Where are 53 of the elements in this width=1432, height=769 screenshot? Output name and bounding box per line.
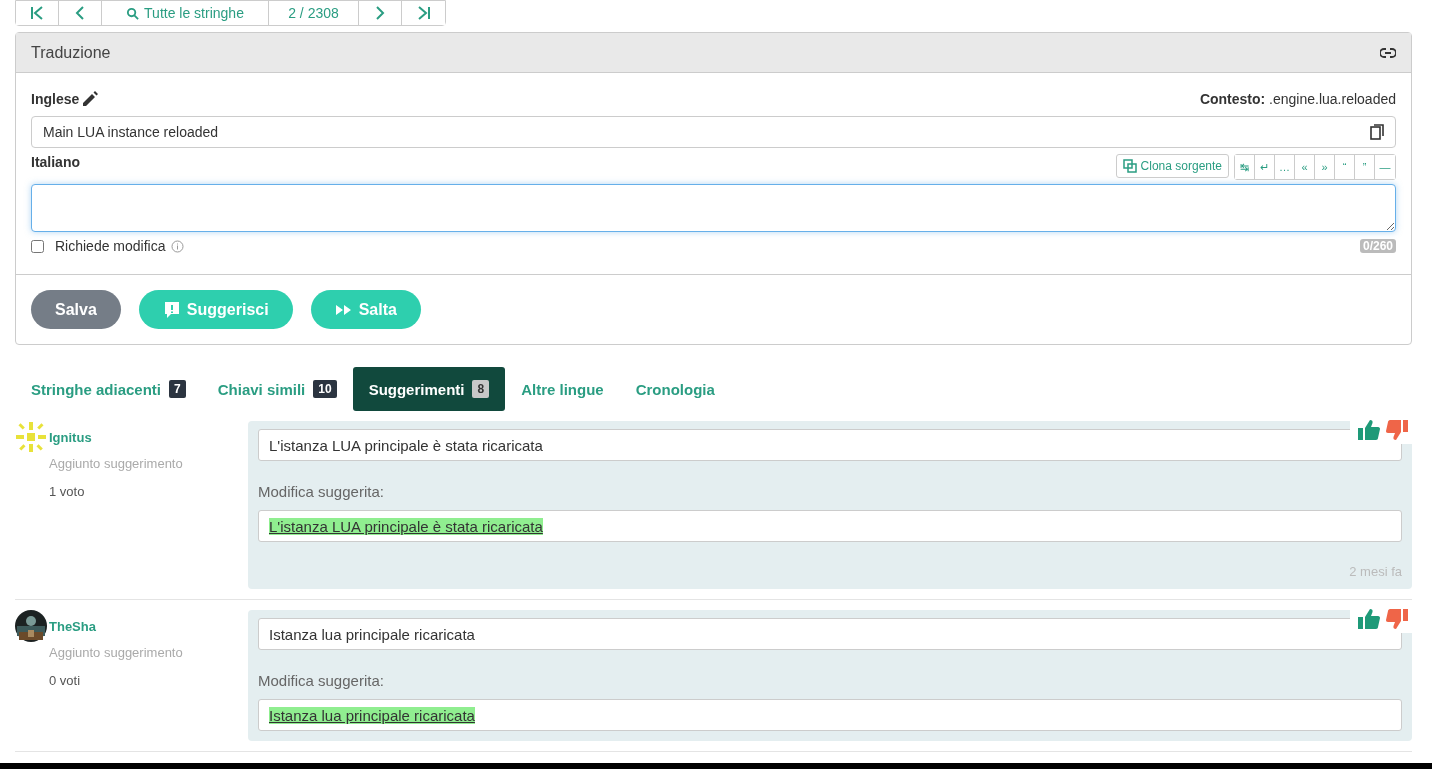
tab[interactable]: Cronologia: [619, 367, 731, 411]
next-icon: [373, 6, 387, 20]
search-icon: [126, 6, 140, 20]
translation-input[interactable]: [31, 184, 1396, 232]
action-text: Aggiunto suggerimento: [49, 456, 184, 471]
downvote-button[interactable]: [1386, 420, 1408, 440]
thumbs-up-icon: [1358, 609, 1380, 629]
clone-icon: [1122, 159, 1137, 173]
avatar-icon: [15, 421, 47, 453]
username-link[interactable]: TheSha: [49, 618, 96, 634]
link-icon[interactable]: [1380, 47, 1396, 58]
suggestion-text: L'istanza LUA principale è stata ricaricata: [258, 429, 1402, 461]
last-icon: [416, 6, 431, 20]
thumbs-up-icon: [1358, 420, 1380, 440]
suggestion-text: Istanza lua principale ricaricata: [258, 618, 1402, 650]
source-language-label: Inglese: [31, 91, 80, 107]
suggest-button[interactable]: Suggerisci: [138, 290, 293, 329]
upvote-button[interactable]: [1358, 420, 1380, 440]
thumbs-down-icon: [1386, 420, 1408, 440]
first-button[interactable]: [16, 1, 59, 25]
username-link[interactable]: Ignitus: [49, 429, 92, 445]
comment-icon: [162, 300, 181, 319]
special-character-button[interactable]: ↹: [1235, 155, 1255, 179]
copy-icon[interactable]: [1370, 124, 1384, 140]
tab[interactable]: Chiavi simili 10: [201, 367, 353, 411]
clone-source-button[interactable]: Clona sorgente: [1115, 154, 1229, 178]
suggested-change-label: Modifica suggerita:: [258, 483, 385, 500]
source-text: Main LUA instance reloaded: [43, 124, 219, 140]
needs-editing-checkbox[interactable]: [31, 239, 44, 253]
tab[interactable]: Altre lingue: [505, 367, 620, 411]
save-button[interactable]: Salva: [31, 290, 121, 329]
target-language-label: Italiano: [31, 154, 80, 170]
tab[interactable]: Stringhe adiacenti 7: [15, 367, 202, 411]
vote-count: 1 voto: [49, 484, 86, 499]
thumbs-down-icon: [1386, 609, 1408, 629]
context-text: Contesto: .engine.lua.reloaded: [1199, 91, 1396, 107]
vote-count: 0 voti: [49, 673, 82, 688]
fast-forward-icon: [334, 303, 353, 316]
previous-icon: [73, 6, 87, 20]
action-text: Aggiunto suggerimento: [49, 645, 184, 660]
diff-text: L'istanza LUA principale è stata ricaricata: [269, 517, 543, 535]
diff-text: Istanza lua principale ricaricata: [269, 706, 475, 724]
tab[interactable]: Suggerimenti 8: [352, 367, 506, 411]
panel-title: Traduzione: [31, 43, 111, 62]
needs-editing-label: Richiede modifica: [55, 238, 166, 254]
skip-button[interactable]: Salta: [310, 290, 421, 329]
first-icon: [30, 6, 44, 20]
pencil-icon[interactable]: [81, 90, 100, 108]
character-counter: 0/260: [1359, 239, 1396, 253]
upvote-button[interactable]: [1358, 609, 1380, 629]
downvote-button[interactable]: [1386, 609, 1408, 629]
info-icon: [170, 239, 184, 253]
suggested-change-label: Modifica suggerita:: [258, 672, 385, 689]
